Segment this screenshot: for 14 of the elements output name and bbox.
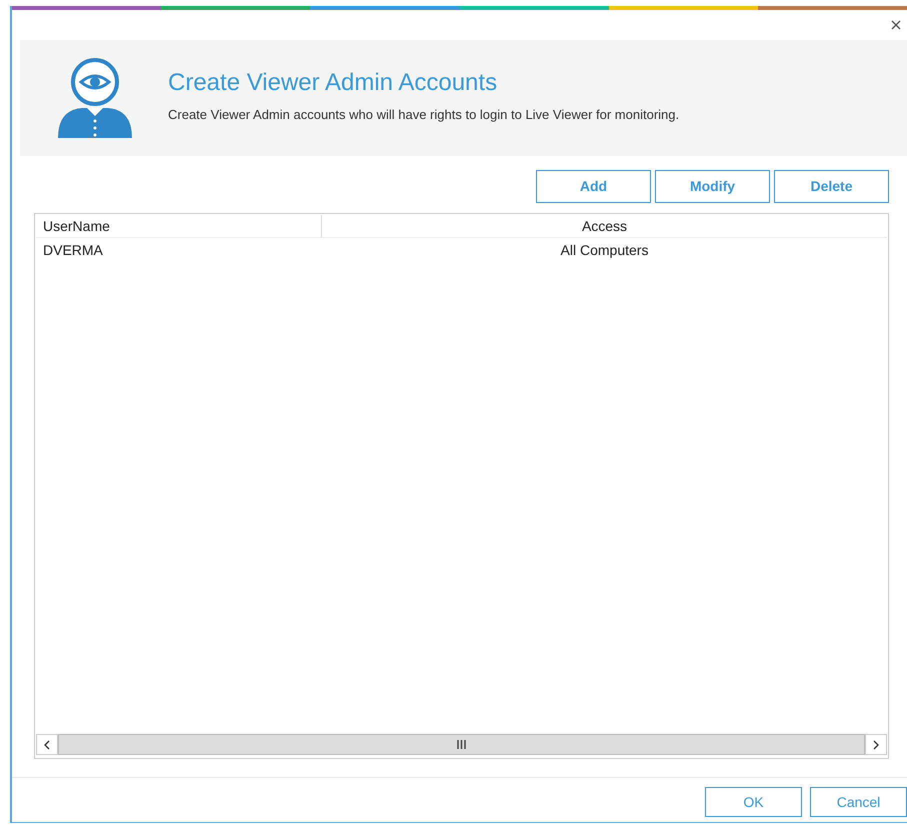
close-icon[interactable]: [891, 20, 901, 30]
table-cell-text: DVERMA: [42, 241, 104, 260]
dialog-button[interactable]: Cancel: [810, 787, 907, 817]
table-cell-text: All Computers: [560, 241, 650, 260]
toolbar-button[interactable]: Add: [536, 170, 651, 203]
column-header[interactable]: UserName: [36, 215, 322, 237]
grip-icon: [457, 740, 466, 749]
column-header[interactable]: Access: [322, 215, 887, 237]
toolbar-button[interactable]: Delete: [774, 170, 889, 203]
dialog-title: Create Viewer Admin Accounts: [168, 71, 498, 96]
user-eye-icon: [56, 58, 134, 138]
dialog-description: Create Viewer Admin accounts who will have rights to login to Live Viewer for monitoring.: [168, 106, 680, 124]
dialog-button[interactable]: OK: [705, 787, 802, 817]
toolbar-button[interactable]: Modify: [655, 170, 770, 203]
